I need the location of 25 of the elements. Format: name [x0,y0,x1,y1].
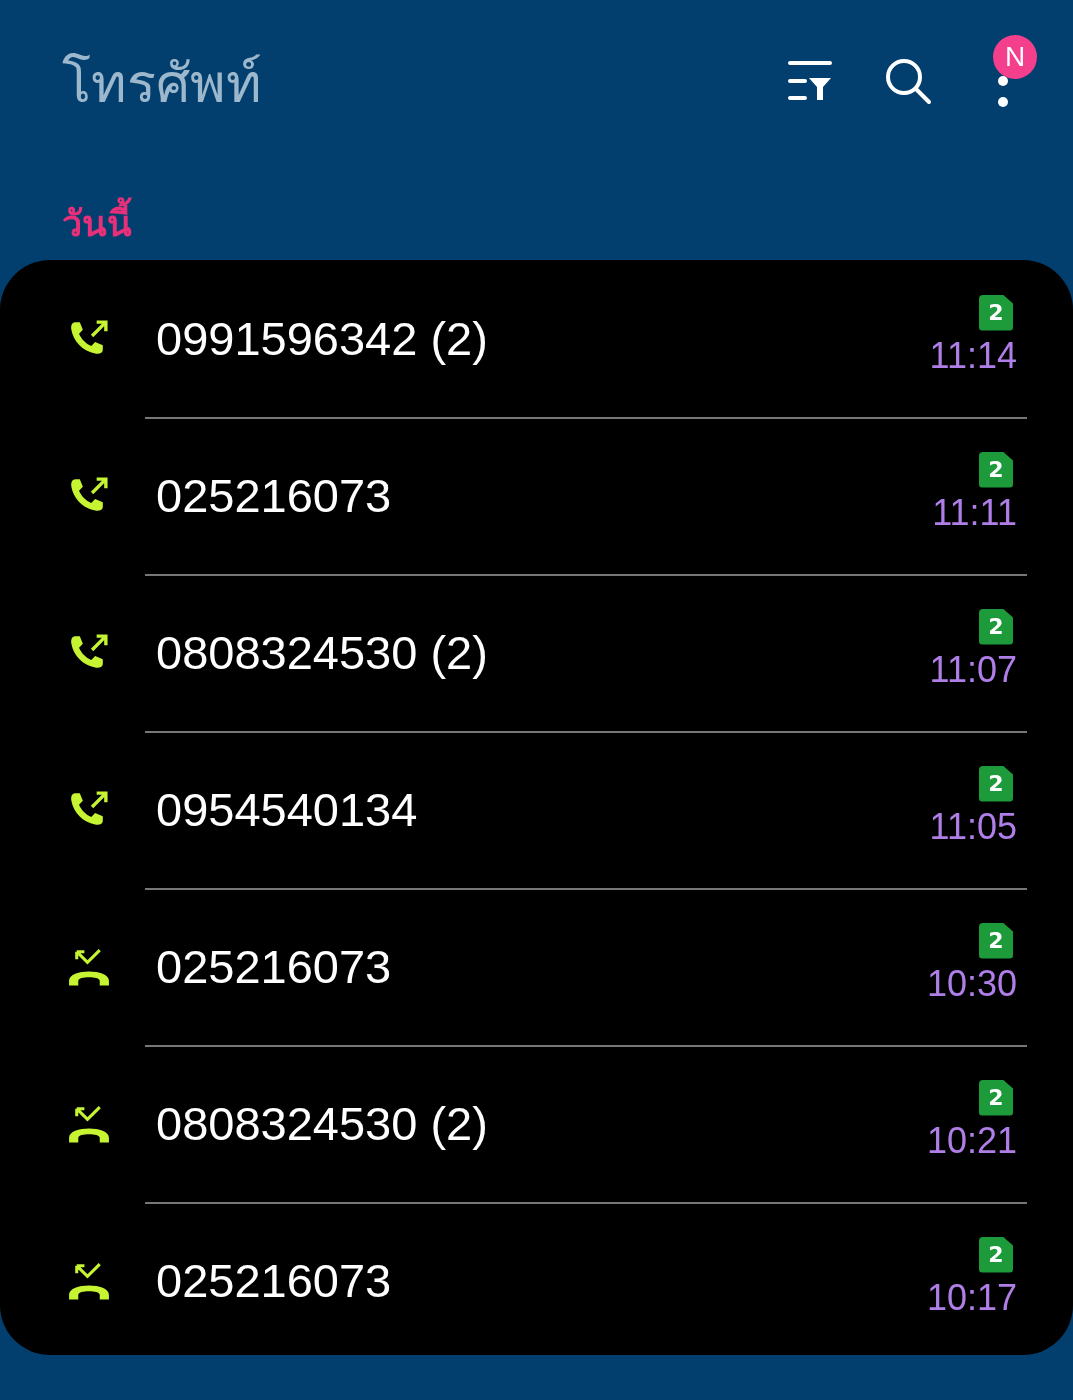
filter-icon[interactable] [787,59,833,102]
call-time: 10:17 [926,1276,1017,1319]
call-time: 11:05 [929,805,1017,848]
app-title: โทรศัพท์ [62,50,263,117]
phone-number[interactable]: 0808324530 (2) [156,625,930,680]
phone-number[interactable]: 0991596342 (2) [156,311,930,366]
phone-number[interactable]: 0808324530 (2) [156,1096,927,1151]
notification-badge: N [993,34,1037,79]
phone-number[interactable]: 025216073 [156,468,933,523]
call-time: 10:30 [926,962,1017,1005]
sim-badge: 2 [979,608,1013,645]
sim-badge: 2 [979,922,1013,959]
phone-number[interactable]: 025216073 [156,939,927,994]
sim-badge: 2 [979,294,1013,331]
call-time: 11:11 [932,491,1017,534]
call-time: 11:07 [929,648,1017,691]
phone-number[interactable]: 0954540134 [156,782,930,837]
call-time: 10:21 [926,1119,1017,1162]
phone-number[interactable]: 025216073 [156,1253,927,1308]
section-header: วันนี้ [0,175,1073,260]
sim-badge: 2 [979,1236,1013,1273]
call-time: 11:14 [929,334,1017,377]
sim-badge: 2 [979,1079,1013,1116]
sim-badge: 2 [979,765,1013,802]
sim-badge: 2 [979,451,1013,488]
